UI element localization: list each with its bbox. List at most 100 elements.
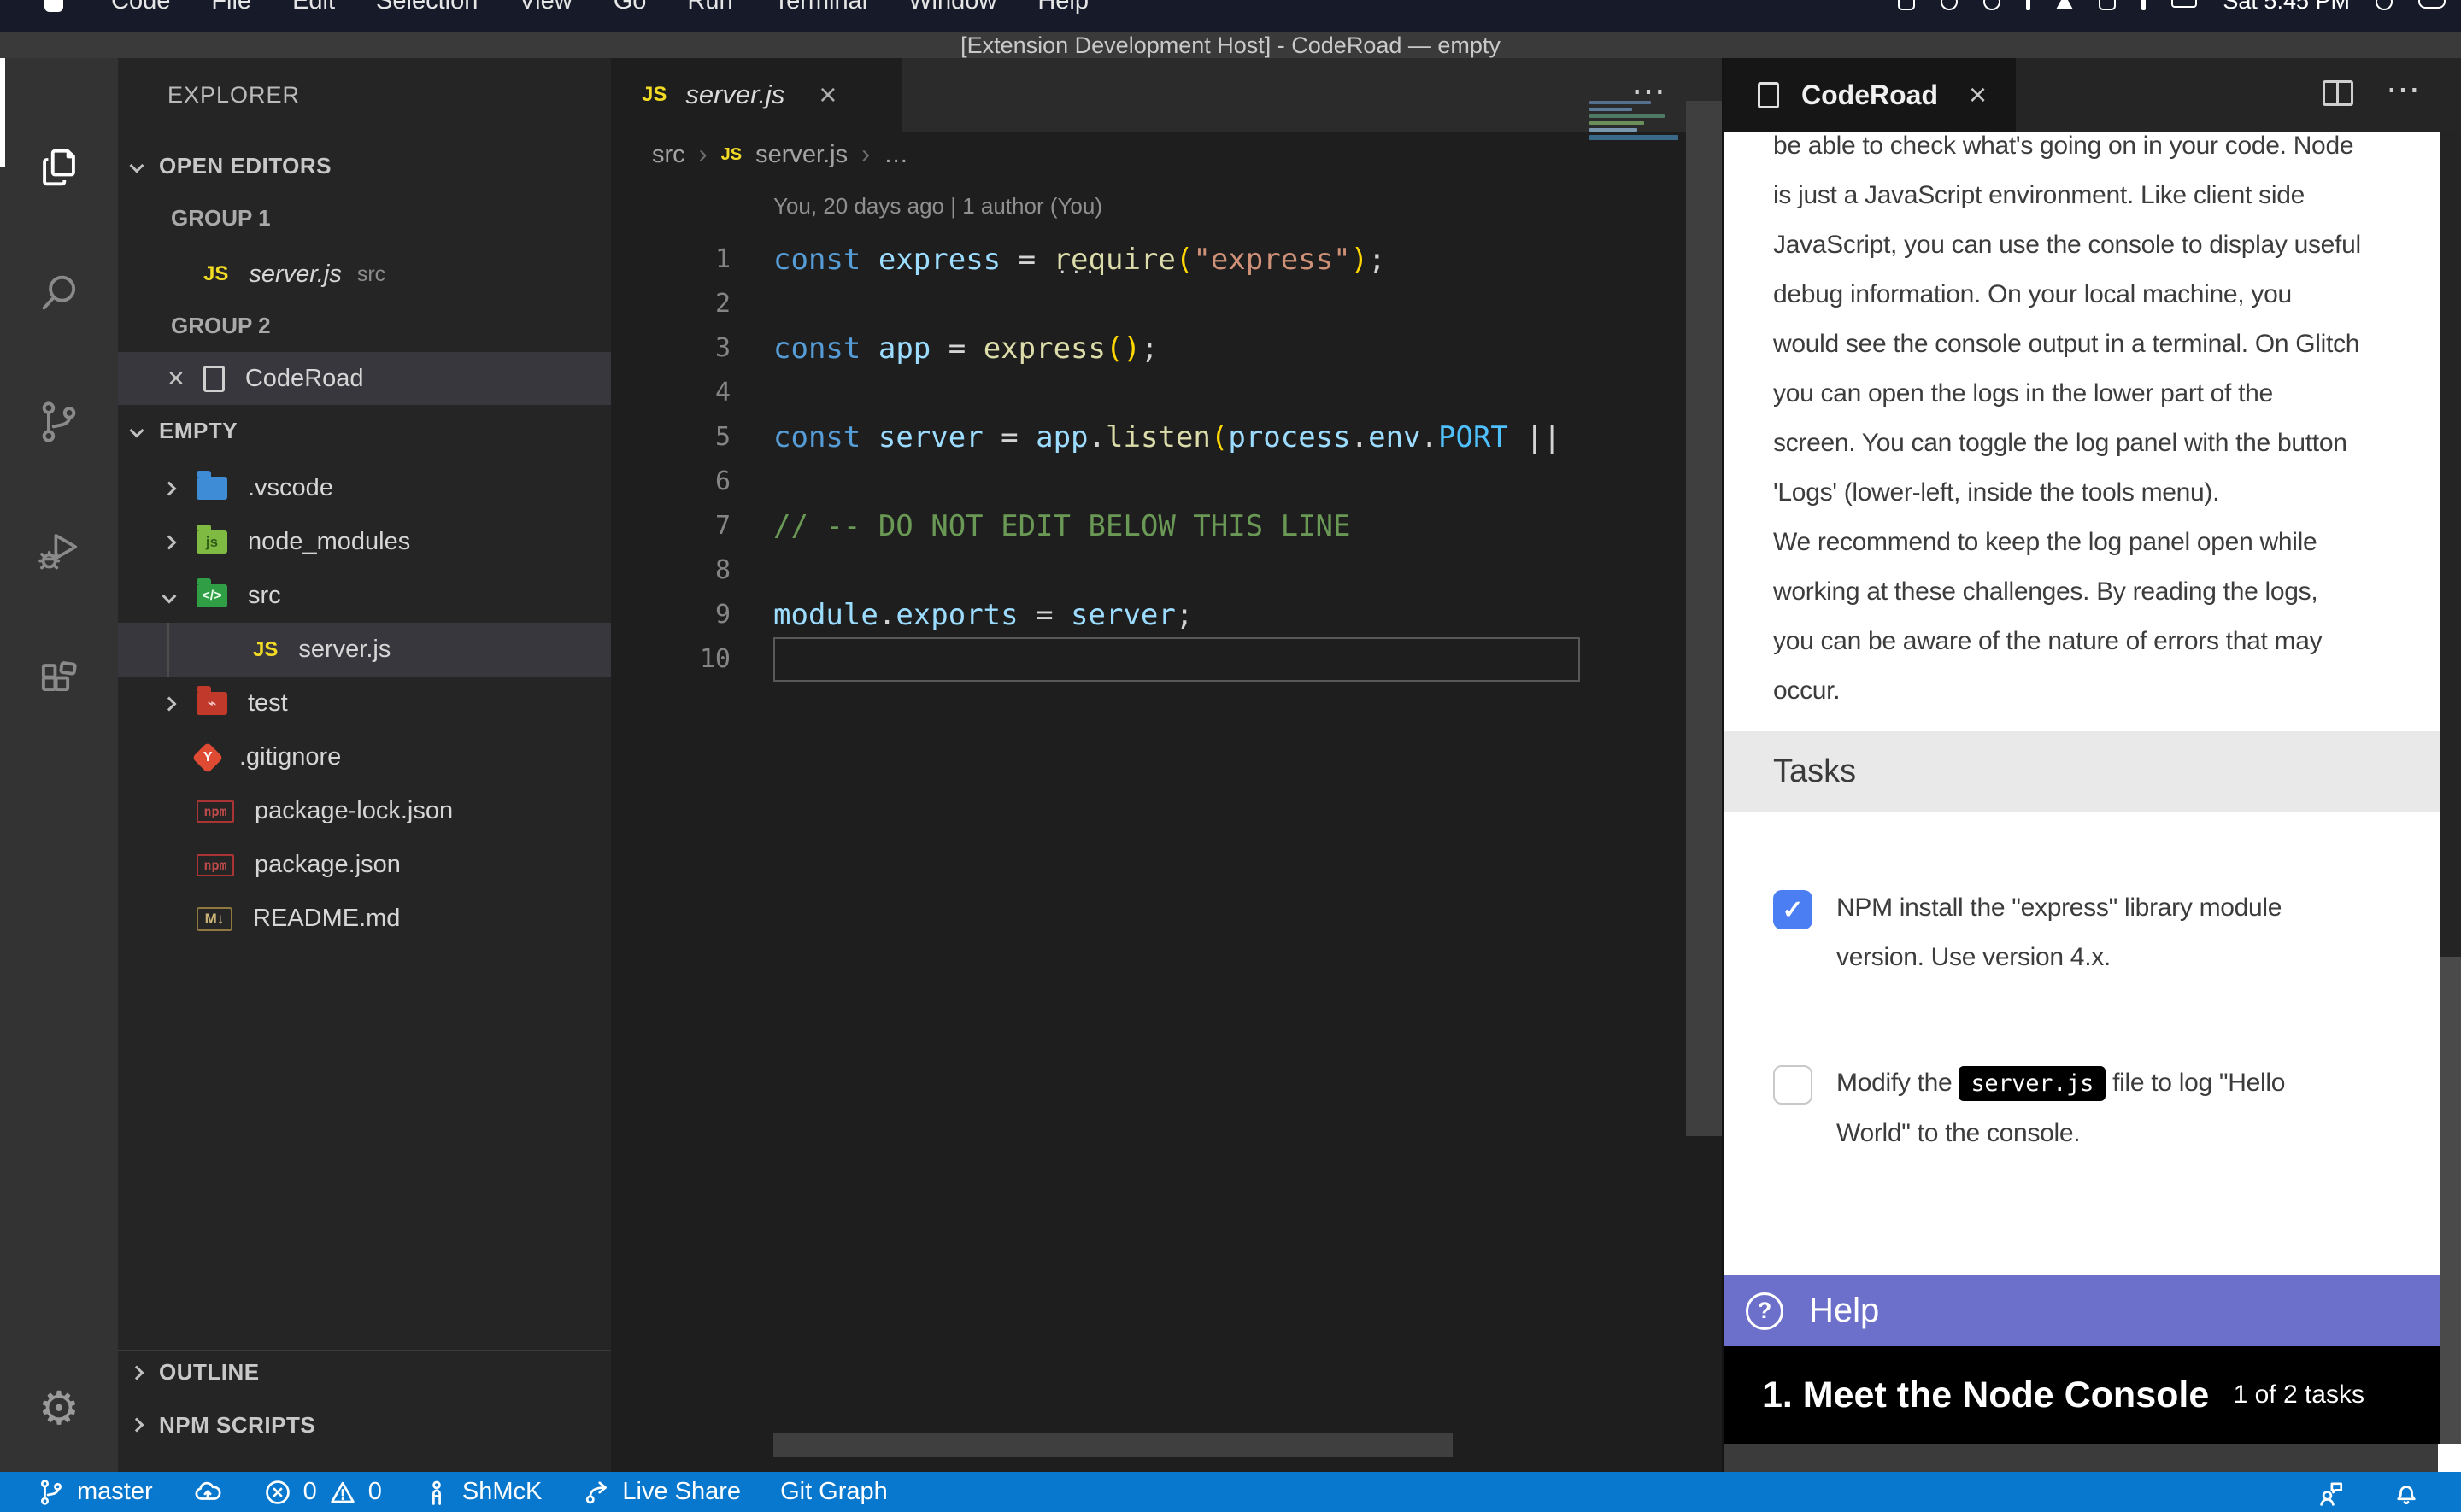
window-title-bar[interactable]: [Extension Development Host] - CodeRoad … (0, 32, 2461, 58)
run-debug-icon[interactable] (0, 496, 118, 605)
tree-item-src[interactable]: </>src (118, 569, 611, 623)
task-checkbox-checked[interactable]: ✓ (1773, 890, 1812, 929)
folder-section-header[interactable]: EMPTY (118, 408, 611, 453)
task-item: ✓NPM install the "express" library modul… (1773, 890, 2405, 982)
editor-tab-bar: JS server.js × ⋯ (611, 58, 1722, 132)
menu-status-icon[interactable] (1941, 0, 1958, 10)
minimap-line (1589, 128, 1637, 132)
codelens-annotation[interactable]: You, 20 days ago | 1 author (You) (773, 193, 1102, 220)
panel-more-actions-icon[interactable]: ⋯ (2386, 70, 2423, 109)
menu-item-view[interactable]: View (519, 0, 572, 15)
breadcrumb[interactable]: src › JS server.js › … (652, 140, 908, 169)
menu-status-icon[interactable] (1898, 0, 1915, 10)
spotlight-icon[interactable] (2376, 0, 2393, 10)
open-editor-item-coderoad[interactable]: ×CodeRoad (118, 352, 611, 405)
code-line-2 (773, 282, 1582, 326)
menu-clock[interactable]: Sat 5:45 PM (2223, 0, 2350, 15)
status-item-master[interactable]: master (36, 1477, 153, 1508)
menu-status-icon[interactable] (2141, 0, 2146, 10)
task-checkbox-unchecked[interactable] (1773, 1065, 1812, 1105)
split-editor-icon[interactable] (2323, 80, 2353, 106)
status-item-git-graph[interactable]: Git Graph (780, 1478, 888, 1506)
apple-logo-icon[interactable] (44, 0, 63, 12)
status-bar-left: master 00 ShMcK Live Share Git Graph (36, 1472, 888, 1512)
minimap[interactable] (1589, 101, 1683, 144)
outline-section-header[interactable]: OUTLINE (118, 1350, 611, 1394)
menu-item-go[interactable]: Go (614, 0, 647, 15)
menu-item-code[interactable]: Code (111, 0, 170, 15)
breadcrumb-symbol[interactable]: … (884, 141, 908, 169)
tab-server-js[interactable]: JS server.js × (611, 58, 902, 132)
open-editor-label: server.js (249, 261, 342, 289)
tree-item-node-modules[interactable]: jsnode_modules (118, 515, 611, 569)
menu-item-selection[interactable]: Selection (376, 0, 478, 15)
menu-item-edit[interactable]: Edit (292, 0, 335, 15)
extensions-icon[interactable] (0, 625, 118, 734)
npm-scripts-section-header[interactable]: NPM SCRIPTS (118, 1403, 611, 1447)
menu-status-icon[interactable] (2026, 0, 2030, 10)
code-line-8 (773, 548, 1582, 593)
menu-status-icon[interactable] (1983, 0, 2000, 10)
breadcrumb-file[interactable]: server.js (755, 141, 848, 169)
open-editors-header[interactable]: OPEN EDITORS (118, 144, 611, 188)
open-editor-item-server.js[interactable]: JSserver.jssrc (118, 248, 611, 301)
coderoad-webview: be able to check what's going on in your… (1724, 132, 2461, 1444)
vscode-window: Code File Edit Selection View Go Run Terminal Wi… (0, 0, 2461, 1512)
tree-item-package-json[interactable]: npmpackage.json (118, 838, 611, 892)
close-tab-icon[interactable]: × (819, 77, 837, 113)
explorer-icon[interactable] (0, 113, 118, 221)
tree-item-label: node_modules (248, 528, 410, 556)
menu-item-file[interactable]: File (211, 0, 251, 15)
search-icon[interactable] (0, 238, 118, 347)
horizontal-scrollbar[interactable] (773, 1433, 1453, 1457)
code-content[interactable]: const express = require("express");const… (773, 237, 1582, 682)
webview-scrollbar-track (2440, 957, 2461, 1444)
help-button[interactable]: ? Help (1724, 1275, 2440, 1346)
close-tab-icon[interactable]: × (1969, 77, 1987, 113)
tab-label: server.js (685, 79, 784, 110)
tab-label: CodeRoad (1801, 79, 1938, 111)
tree-item-test[interactable]: ⌁test (118, 677, 611, 730)
status-item-bell[interactable] (2391, 1477, 2422, 1508)
status-item-0[interactable]: 00 (262, 1477, 382, 1508)
tree-item--gitignore[interactable]: Y.gitignore (118, 730, 611, 784)
folder-name-label: EMPTY (159, 418, 238, 444)
npm-icon: npm (197, 854, 234, 876)
status-bar-right (2316, 1472, 2422, 1512)
task-text: NPM install the "express" library module… (1836, 883, 2282, 982)
code-line-6 (773, 460, 1582, 504)
close-editor-icon[interactable]: × (167, 364, 185, 393)
tree-item-server-js[interactable]: JSserver.js (118, 623, 611, 677)
tab-coderoad[interactable]: CodeRoad × (1724, 58, 2016, 132)
npm-icon: npm (197, 800, 234, 823)
js-file-icon: JS (203, 262, 228, 286)
vertical-scrollbar[interactable] (1686, 101, 1722, 1136)
status-item-shmck[interactable]: ShMcK (421, 1477, 542, 1508)
tree-item-package-lock-json[interactable]: npmpackage-lock.json (118, 784, 611, 838)
tree-item--vscode[interactable]: .vscode (118, 461, 611, 515)
tasks-section-header: Tasks (1724, 731, 2440, 812)
minimap-slider (1589, 135, 1678, 140)
source-control-icon[interactable] (0, 367, 118, 476)
code-line-4 (773, 371, 1582, 415)
menu-status-icon[interactable] (2056, 0, 2073, 9)
menu-item-help[interactable]: Help (1037, 0, 1089, 15)
lesson-footer[interactable]: 1. Meet the Node Console 1 of 2 tasks (1724, 1346, 2440, 1444)
status-item-feedback[interactable] (2316, 1477, 2346, 1508)
control-center-icon[interactable] (2418, 0, 2446, 9)
menu-item-terminal[interactable]: Terminal (774, 0, 868, 15)
breadcrumb-src[interactable]: src (652, 141, 685, 169)
status-item-live-share[interactable]: Live Share (581, 1477, 741, 1508)
status-item-cloud-upload[interactable] (192, 1477, 223, 1508)
menu-status-icon[interactable] (2099, 0, 2116, 10)
menu-item-window[interactable]: Window (908, 0, 996, 15)
menu-item-run[interactable]: Run (687, 0, 732, 15)
tree-item-readme-md[interactable]: M↓README.md (118, 892, 611, 946)
tree-item-label: .vscode (248, 474, 333, 502)
chevron-right-icon (130, 1418, 144, 1433)
lesson-progress: 1 of 2 tasks (2234, 1380, 2364, 1409)
line-numbers: 12345678910 (611, 237, 731, 682)
file-icon (203, 366, 225, 392)
settings-gear-icon[interactable]: ⚙ (0, 1361, 118, 1455)
webview-scrollbar-thumb[interactable] (2440, 132, 2461, 957)
